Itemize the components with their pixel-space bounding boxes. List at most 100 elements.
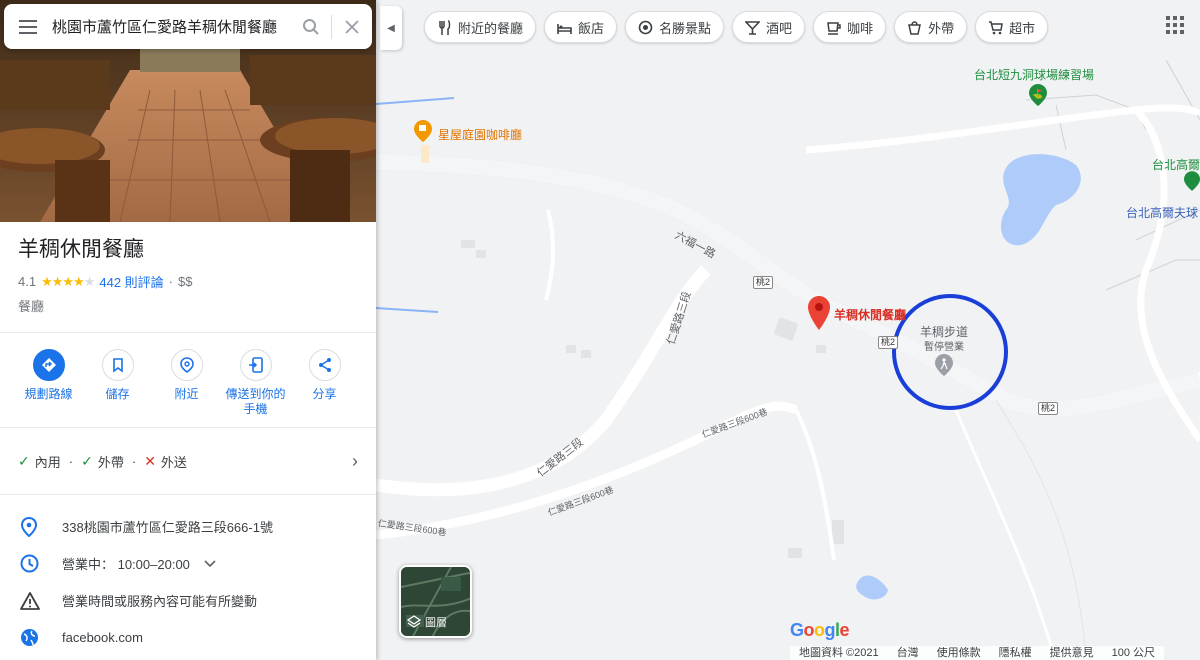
chip-label: 超市 (1009, 20, 1036, 36)
chip-label: 咖啡 (847, 20, 874, 36)
info-list: 338桃園市蘆竹區仁愛路三段666-1號 營業中： 10:00–20:00 營業… (0, 495, 376, 656)
chip-label: 名勝景點 (659, 20, 712, 36)
globe-icon (20, 628, 62, 647)
map-canvas[interactable]: 台北短九洞球場練習場 ⛳ 台北高爾 台北高爾夫球 星屋庭園咖啡廳 六福一路 仁愛… (376, 0, 1200, 660)
chip-label: 酒吧 (766, 20, 793, 36)
bed-icon (557, 20, 572, 35)
service-label: 內用 (34, 454, 61, 470)
service-label: 外送 (160, 454, 187, 470)
notice-text: 營業時間或服務內容可能有所變動 (62, 594, 258, 609)
website-row[interactable]: facebook.com (0, 619, 376, 656)
action-label: 傳送到你的手機 (225, 387, 286, 416)
route-badge: 桃2 (878, 336, 899, 349)
cafe-pin-icon[interactable] (414, 120, 432, 142)
layers-label: 圖層 (425, 617, 447, 629)
search-input[interactable] (52, 18, 291, 35)
chip-coffee[interactable]: 咖啡 (813, 11, 887, 43)
service-list: ✓ 內用 · ✓ 外帶 · ✕ 外送 (18, 452, 187, 471)
chip-label: 附近的餐廳 (458, 20, 524, 36)
directions-icon (32, 349, 65, 381)
separator-dot: · (168, 274, 174, 289)
reviews-link[interactable]: 442 則評論 (99, 272, 163, 291)
layers-toggle-button[interactable]: 圖層 (399, 565, 472, 638)
route-badge: 桃2 (753, 276, 774, 289)
menu-icon[interactable] (4, 4, 52, 49)
chip-label: 外帶 (928, 20, 955, 36)
action-label: 附近 (174, 387, 199, 401)
star-icon: ★ (73, 273, 85, 289)
footer-item[interactable]: 台灣 (888, 646, 928, 660)
star-icon: ★ (41, 273, 53, 289)
poi-cafe-label[interactable]: 星屋庭園咖啡廳 (438, 126, 522, 143)
cart-icon (988, 20, 1003, 35)
address-row[interactable]: 338桃園市蘆竹區仁愛路三段666-1號 (0, 508, 376, 545)
chip-bed[interactable]: 飯店 (544, 11, 618, 43)
cross-icon: ✕ (144, 452, 156, 469)
service-item: ✕ 外送 (144, 452, 187, 471)
selected-place-pin-icon[interactable] (808, 296, 830, 330)
footer-item[interactable]: 使用條款 (928, 646, 990, 660)
rating-row: 4.1 ★★★★★ 442 則評論 · $$ (18, 272, 358, 291)
star-icon: ★ (62, 273, 74, 289)
website-text: facebook.com (62, 630, 143, 645)
chip-camera[interactable]: 名勝景點 (625, 11, 725, 43)
check-icon: ✓ (18, 452, 30, 469)
location-pin-icon (20, 516, 62, 537)
close-icon[interactable] (332, 4, 372, 49)
chip-cocktail[interactable]: 酒吧 (732, 11, 806, 43)
bookmark-button[interactable]: 儲存 (83, 349, 152, 417)
rating-stars: ★★★★★ (41, 273, 95, 290)
footer-item[interactable]: 隱私權 (990, 646, 1041, 660)
directions-button[interactable]: 規劃路線 (14, 349, 83, 417)
fork-knife-icon (437, 19, 452, 35)
collapse-panel-button[interactable]: ◀ (380, 6, 402, 50)
chevron-down-icon[interactable] (204, 556, 216, 571)
footer-item[interactable]: 提供意見 (1041, 646, 1103, 660)
nearby-icon (170, 349, 203, 381)
apps-grid-icon[interactable] (1166, 16, 1184, 34)
send-to-phone-icon (239, 349, 272, 381)
chip-fork-knife[interactable]: 附近的餐廳 (424, 11, 537, 43)
send-to-phone-button[interactable]: 傳送到你的手機 (221, 349, 290, 417)
chip-cart[interactable]: 超市 (975, 11, 1049, 43)
map-base (376, 59, 1200, 660)
share-button[interactable]: 分享 (290, 349, 359, 417)
layers-label-wrap: 圖層 (407, 614, 447, 630)
rating-value: 4.1 (18, 274, 37, 289)
chevron-right-icon[interactable]: › (352, 451, 358, 472)
chip-label: 飯店 (578, 20, 605, 36)
poi-golf-b-label[interactable]: 台北高爾夫球 (1126, 204, 1198, 221)
search-box[interactable] (4, 4, 372, 49)
search-icon[interactable] (291, 4, 331, 49)
notice-row: 營業時間或服務內容可能有所變動 (0, 582, 376, 619)
trail-status-label: 暫停營業 (924, 342, 964, 353)
place-title: 羊稠休閒餐廳 (18, 238, 144, 261)
route-badge: 桃2 (1038, 402, 1059, 415)
poi-golf-range-label[interactable]: 台北短九洞球場練習場 (974, 66, 1094, 83)
map-footer: 地圖資料 ©2021 台灣 使用條款 隱私權 提供意見 100 公尺 (790, 646, 1165, 660)
cocktail-icon (745, 20, 761, 35)
golf-pin-icon[interactable]: ⛳ (1029, 84, 1047, 106)
star-icon: ★ (51, 273, 64, 289)
selected-place-label[interactable]: 羊稠休閒餐廳 (834, 306, 906, 323)
layers-icon (407, 615, 421, 628)
check-icon: ✓ (81, 452, 93, 469)
clock-icon (20, 554, 62, 573)
svg-text:⛳: ⛳ (1032, 88, 1043, 100)
camera-icon (638, 20, 653, 35)
place-category[interactable]: 餐廳 (18, 296, 358, 315)
hiking-pin-icon[interactable] (935, 354, 953, 376)
golf-pin-icon-2[interactable] (1184, 170, 1200, 192)
service-item: ✓ 外帶 (81, 452, 124, 471)
action-buttons: 規劃路線 儲存 附近 傳送到你的手機 分享 (0, 333, 376, 427)
action-label: 分享 (312, 387, 337, 401)
footer-item: 100 公尺 (1111, 647, 1156, 659)
nearby-button[interactable]: 附近 (152, 349, 221, 417)
service-options[interactable]: ✓ 內用 · ✓ 外帶 · ✕ 外送 › (0, 428, 376, 494)
address-text: 338桃園市蘆竹區仁愛路三段666-1號 (62, 520, 273, 535)
google-logo: Google (790, 620, 850, 640)
hours-row[interactable]: 營業中： 10:00–20:00 (0, 545, 376, 582)
chip-takeout[interactable]: 外帶 (894, 11, 968, 43)
action-label: 規劃路線 (24, 387, 73, 401)
footer-item: 地圖資料 ©2021 (799, 647, 879, 659)
